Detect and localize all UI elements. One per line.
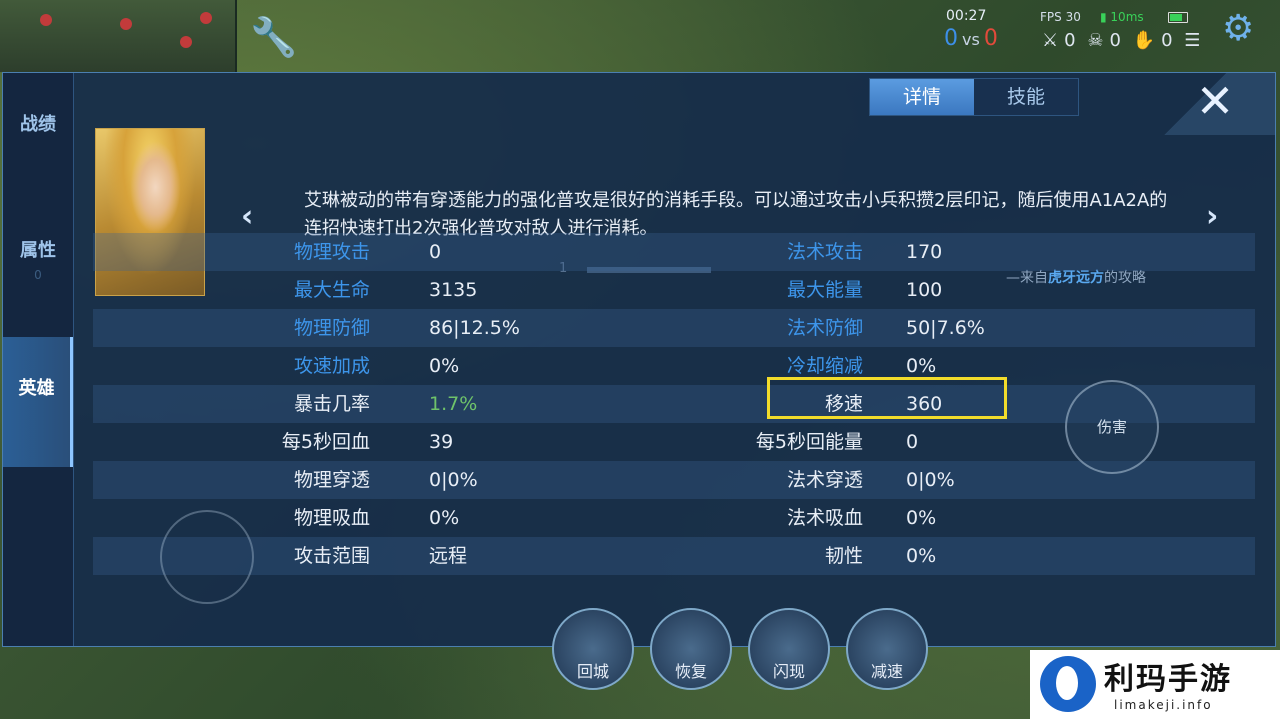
stat-value: 0|0%	[429, 469, 478, 491]
assists-count: 0	[1161, 30, 1173, 51]
flash-button[interactable]: 闪现	[748, 608, 830, 690]
battery-icon	[1168, 12, 1188, 23]
skill-label: 恢复	[674, 662, 707, 681]
stats-row: 攻击范围 远程 韧性 0%	[93, 537, 1255, 575]
enemy-tower-marker	[200, 12, 212, 24]
deaths-count: 0	[1109, 30, 1121, 51]
ping-readout: ▮ 10ms	[1100, 10, 1144, 24]
gear-icon[interactable]: ⚙	[1222, 8, 1254, 49]
tab-attributes[interactable]: 属性 0	[3, 239, 73, 329]
wrench-icon[interactable]: 🔧	[250, 14, 297, 60]
stat-label: 攻击范围	[293, 545, 370, 567]
match-status: 00:27 0 vs 0 FPS 30 ▮ 10ms ⚔ 0 ☠ 0 ✋ 0 ☰ ⚙	[930, 4, 1270, 64]
stat-value: 远程	[429, 545, 468, 567]
stat-label: 每5秒回血	[281, 431, 370, 453]
stat-value: 39	[429, 431, 454, 453]
stat-label: 物理吸血	[293, 507, 370, 529]
fps-readout: FPS 30	[1040, 10, 1081, 24]
site-logo: 利玛手游 limakeji.info	[1030, 650, 1280, 719]
stat-label: 法术吸血	[786, 507, 863, 529]
damage-button[interactable]: 伤害	[1065, 380, 1159, 474]
stats-row: 攻速加成 0% 冷却缩减 0%	[93, 347, 1255, 385]
kda-readout: ⚔ 0 ☠ 0 ✋ 0 ☰	[1042, 30, 1206, 51]
list-icon[interactable]: ☰	[1184, 30, 1200, 51]
skull-icon: ☠	[1087, 30, 1104, 51]
skill-label: 闪现	[772, 662, 805, 681]
skill-label: 减速	[870, 662, 903, 681]
red-score: 0	[983, 26, 998, 51]
stat-value: 0%	[429, 507, 460, 529]
stat-label: 每5秒回能量	[755, 431, 863, 453]
tab-badge: 0	[34, 268, 42, 282]
team-score: 0 vs 0	[944, 26, 998, 51]
tab-hero[interactable]: 英雄	[3, 337, 73, 467]
stat-value: 0%	[429, 355, 460, 377]
hand-icon: ✋	[1132, 30, 1156, 51]
tab-label: 战绩	[20, 114, 56, 135]
stat-value: 3135	[429, 279, 478, 301]
stat-label: 韧性	[824, 545, 863, 567]
stat-value: 86|12.5%	[429, 317, 520, 339]
skill-label: 回城	[576, 662, 609, 681]
stat-label: 法术攻击	[786, 241, 863, 263]
tab-skills[interactable]: 技能	[974, 79, 1078, 115]
chevron-left-icon[interactable]: ‹	[241, 199, 253, 234]
enemy-tower-marker	[180, 36, 192, 48]
enemy-tower-marker	[40, 14, 52, 26]
stat-value: 0|0%	[906, 469, 955, 491]
enemy-tower-marker	[120, 18, 132, 30]
tab-label: 英雄	[18, 378, 55, 399]
minimap[interactable]	[0, 0, 237, 72]
kills-count: 0	[1064, 30, 1076, 51]
stat-label: 物理防御	[293, 317, 370, 339]
stat-label: 暴击几率	[293, 393, 370, 415]
stat-value: 0%	[906, 507, 937, 529]
stat-value: 0	[906, 431, 919, 453]
stats-row: 物理穿透 0|0% 法术穿透 0|0%	[93, 461, 1255, 499]
stat-value: 100	[906, 279, 943, 301]
vs-label: vs	[962, 30, 980, 49]
match-time: 00:27	[946, 8, 987, 24]
heal-button[interactable]: 恢复	[650, 608, 732, 690]
stat-label: 物理攻击	[293, 241, 370, 263]
stat-value: 1.7%	[429, 393, 478, 415]
side-tab-bar: 战绩 属性 0 英雄	[3, 73, 74, 646]
stat-label: 物理穿透	[293, 469, 370, 491]
tab-label: 属性	[20, 240, 56, 261]
sword-icon: ⚔	[1042, 30, 1059, 51]
detail-tab-bar: 详情 技能	[869, 78, 1079, 116]
stats-row: 最大生命 3135 最大能量 100	[93, 271, 1255, 309]
logo-url: limakeji.info	[1114, 698, 1213, 712]
blue-score: 0	[944, 26, 958, 51]
stat-label: 法术穿透	[786, 469, 863, 491]
logo-mark	[1040, 656, 1096, 712]
movement-joystick[interactable]	[160, 510, 254, 604]
stats-row: 物理攻击 0 法术攻击 170	[93, 233, 1255, 271]
stat-label: 攻速加成	[293, 355, 370, 377]
stat-value: 170	[906, 241, 943, 263]
signal-icon: ▮	[1100, 10, 1111, 24]
slow-button[interactable]: 减速	[846, 608, 928, 690]
stat-value: 0%	[906, 545, 937, 567]
highlight-box	[767, 377, 1007, 419]
tab-battle-record[interactable]: 战绩	[3, 113, 73, 173]
close-icon[interactable]: ✕	[1193, 78, 1237, 124]
recall-button[interactable]: 回城	[552, 608, 634, 690]
summoner-skill-bar: 回城 恢复 闪现 减速	[550, 600, 990, 710]
chevron-right-icon[interactable]: ›	[1206, 199, 1218, 234]
game-top-bar: 🔧 00:27 0 vs 0 FPS 30 ▮ 10ms ⚔ 0 ☠ 0 ✋ 0 ☰ ⚙	[0, 0, 1280, 72]
stat-value: 50|7.6%	[906, 317, 985, 339]
stats-row: 物理防御 86|12.5% 法术防御 50|7.6%	[93, 309, 1255, 347]
logo-text: 利玛手游	[1104, 662, 1232, 697]
stat-value: 0	[429, 241, 442, 263]
stats-row: 物理吸血 0% 法术吸血 0%	[93, 499, 1255, 537]
stat-label: 最大能量	[786, 279, 863, 301]
stat-label: 最大生命	[293, 279, 370, 301]
tab-details[interactable]: 详情	[870, 79, 974, 115]
stat-label: 法术防御	[786, 317, 863, 339]
damage-button-label: 伤害	[1096, 418, 1127, 436]
